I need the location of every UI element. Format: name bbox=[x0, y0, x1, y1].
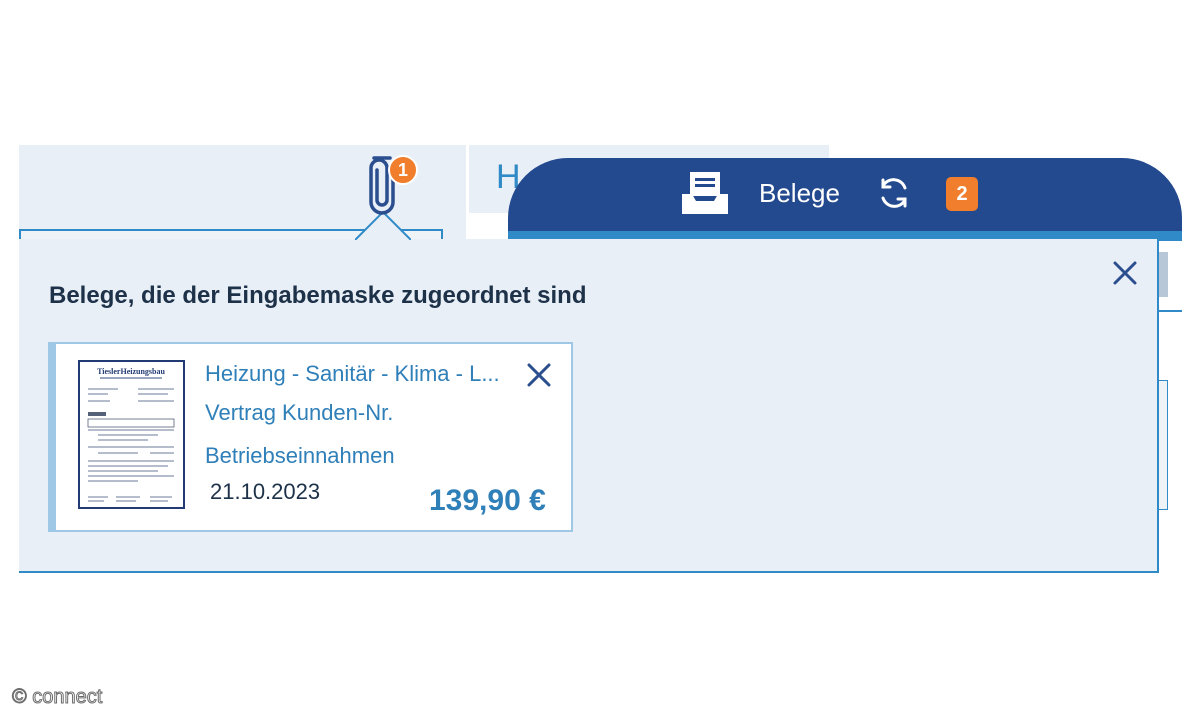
belege-divider bbox=[1158, 310, 1182, 312]
receipt-category: Betriebseinnahmen bbox=[205, 443, 395, 468]
attachment-count-badge: 1 bbox=[388, 155, 418, 185]
receipt-thumbnail-header: TieslerHeizungsbau bbox=[97, 367, 165, 376]
pending-count-badge: 2 bbox=[946, 177, 978, 211]
receipt-vendor: Heizung - Sanitär - Klima - L... bbox=[205, 361, 500, 386]
receipt-document-preview: TieslerHeizungsbau bbox=[87, 367, 175, 502]
receipt-amount: 139,90 € bbox=[429, 484, 546, 517]
copyright-watermark: © connect bbox=[11, 686, 103, 709]
close-icon[interactable] bbox=[1110, 258, 1140, 288]
popover-title: Belege, die der Eingabemaske zugeordnet … bbox=[49, 282, 587, 309]
belege-list-item bbox=[1158, 252, 1168, 297]
remove-receipt-icon[interactable] bbox=[525, 361, 553, 389]
belege-list-item[interactable] bbox=[1158, 380, 1168, 510]
receipt-description: Vertrag Kunden-Nr. bbox=[205, 400, 394, 425]
belege-window-header bbox=[508, 158, 1182, 238]
inbox-icon[interactable] bbox=[682, 170, 728, 214]
receipt-thumbnail[interactable]: TieslerHeizungsbau bbox=[78, 360, 185, 509]
receipt-date: 21.10.2023 bbox=[210, 479, 321, 504]
belege-title: Belege bbox=[759, 178, 840, 208]
sync-icon[interactable] bbox=[877, 176, 911, 210]
